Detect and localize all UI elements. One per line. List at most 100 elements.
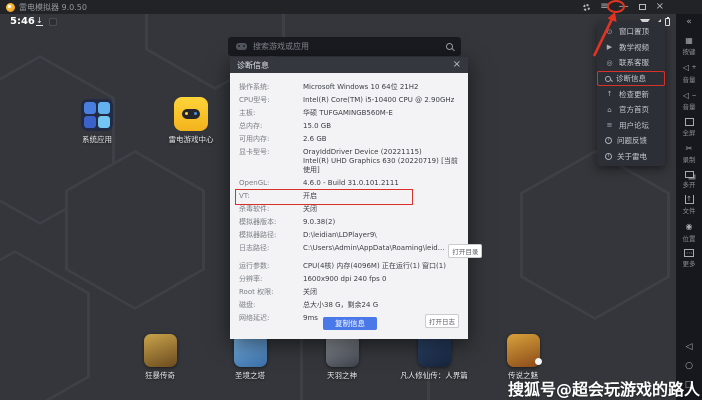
toolbar-item-label: 音量 (682, 75, 696, 84)
row-label: 显卡型号: (239, 148, 270, 156)
dialog-title: 诊断信息 (237, 60, 269, 70)
app-label: 雷电游戏中心 (168, 135, 214, 144)
row-value: 4.6.0 - Build 31.0.101.2111 (303, 179, 399, 187)
app-label: 圣境之塔 (235, 371, 265, 380)
toolbar-item[interactable]: ⋯ 更多 (681, 249, 696, 268)
desktop-app-system[interactable]: 系统应用 (74, 99, 120, 145)
row-label: 日志路径: (239, 244, 270, 252)
row-label: 主板: (239, 109, 256, 117)
collapse-sidebar-icon[interactable]: « (686, 17, 692, 27)
toolbar-item[interactable]: ↑ 文件 (681, 195, 696, 215)
menu-item-label: 官方首页 (619, 105, 649, 115)
search-placeholder: 搜索游戏或应用 (253, 42, 309, 51)
dialog-close-icon[interactable]: × (453, 60, 461, 70)
app-label: 天羽之神 (327, 371, 357, 380)
desktop-app[interactable]: 天羽之神 (305, 334, 379, 381)
menu-item[interactable]: ⌂ 官方首页 (597, 102, 665, 118)
menu-item[interactable]: ↑ 检查更新 (597, 86, 665, 102)
menu-item-label: 教学视频 (619, 42, 649, 52)
download-icon: ↓ (36, 16, 43, 26)
back-icon[interactable]: ◁ (686, 343, 693, 352)
window-title: 雷电模拟器 9.0.50 (19, 2, 87, 12)
home-nav-icon[interactable]: ○ (685, 362, 693, 371)
desktop-app[interactable]: 凡人修仙传：人界篇 (397, 334, 471, 381)
diagnostic-row: CPU型号: Intel(R) Core(TM) i5-10400 CPU @ … (239, 96, 459, 105)
update-icon: ↑ (606, 90, 613, 99)
toolbar-item-label: 多开 (682, 180, 696, 189)
search-icon[interactable] (446, 43, 453, 50)
toolbar-item-label: 按键 (682, 48, 696, 56)
desktop-app[interactable]: 狂暴传奇 (123, 334, 197, 381)
menu-item-label: 问题反馈 (617, 136, 647, 146)
diagnostic-row: OpenGL: 4.6.0 - Build 31.0.101.2111 (239, 179, 459, 188)
annotation-red-arrow (592, 12, 617, 57)
toolbar-item[interactable]: ◁ + 音量 (681, 63, 697, 84)
dialog-titlebar[interactable]: 诊断信息 × (230, 57, 468, 73)
diagnostic-row: 杀毒软件: 关闭 (239, 205, 459, 214)
toolbar-item[interactable]: ◁ − 音量 (681, 90, 697, 112)
diagnostic-row: 主板: 华硕 TUFGAMINGB560M-E (239, 109, 459, 118)
open-directory-button[interactable]: 打开目录 (448, 244, 483, 258)
row-label: 杀毒软件: (239, 205, 270, 213)
search-input[interactable]: 搜索游戏或应用 (228, 37, 461, 56)
app-icon[interactable] (506, 334, 542, 367)
row-label: CPU型号: (239, 96, 270, 104)
keyboard-icon: ▦ (685, 35, 693, 45)
emulator-window: 雷电模拟器 9.0.50 ≡ — × 5:46 ↓ 搜索游戏或应用 系统应用 雷… (0, 0, 702, 400)
multi-instance-icon (684, 170, 694, 178)
desktop-app[interactable]: 圣境之塔 (213, 334, 287, 381)
row-value: OrayIddDriver Device (20221115) Intel(R) … (303, 148, 458, 174)
system-apps-folder-icon[interactable] (81, 99, 113, 131)
toolbar-item[interactable]: ◉ 位置 (681, 222, 696, 243)
row-value: 总大小38 G，剩余24 G (303, 301, 379, 309)
hexagon-decoration (520, 150, 670, 320)
desktop-app[interactable]: 传说之魅 (486, 334, 560, 381)
row-label: OpenGL: (239, 179, 270, 187)
diagnostic-dialog: 诊断信息 × 操作系统: Microsoft Windows 10 64位 21… (230, 57, 483, 339)
gamepad-glyph (182, 109, 200, 119)
game-center-icon[interactable] (174, 97, 208, 131)
menu-item[interactable]: ≡ 用户论坛 (597, 118, 665, 134)
maximize-button[interactable] (638, 4, 646, 10)
clock: 5:46 (10, 16, 35, 27)
toolbar-item[interactable]: 全屏 (681, 117, 696, 137)
menu-item[interactable]: 诊断信息 (597, 70, 665, 87)
diagnostic-row: 运行参数: CPU(4核) 内存(4096M) 正在运行(1) 窗口(1) (239, 262, 459, 271)
desktop-app-game-center[interactable]: 雷电游戏中心 (160, 97, 222, 145)
battery-icon (665, 17, 670, 26)
row-label: 模拟器版本: (239, 218, 277, 226)
toolbar-item[interactable]: ▦ 按键 (681, 35, 696, 57)
right-toolbar: « ▦ 按键 ◁ + 音量 ◁ − 音量 全屏 ✂ 录制 多开 ↑ 文件 ◉ 位… (676, 14, 702, 400)
diagnostic-row: 分辨率: 1600x900 dpi 240 fps 0 (239, 275, 459, 284)
home-icon: ⌂ (607, 105, 612, 114)
menu-item-label: 关于雷电 (617, 152, 647, 162)
diagnostic-row: 日志路径: C:\Users\Admin\AppData\Roaming\lei… (239, 244, 483, 258)
toolbar-items: ▦ 按键 ◁ + 音量 ◁ − 音量 全屏 ✂ 录制 多开 ↑ 文件 ◉ 位置 … (681, 35, 697, 275)
close-button[interactable]: × (656, 2, 664, 12)
menu-item[interactable]: i 关于雷电 (597, 149, 665, 165)
toolbar-item-label: 更多 (682, 260, 696, 268)
row-label: 模拟器路径: (239, 231, 277, 239)
app-icon[interactable] (143, 334, 177, 367)
app-label: 凡人修仙传：人界篇 (400, 371, 468, 380)
icon-modifier: − (691, 91, 697, 99)
diagnostic-row: Root 权限: 关闭 (239, 288, 459, 297)
about-icon: i (605, 153, 612, 161)
menu-item[interactable]: ? 问题反馈 (597, 133, 665, 149)
diagnostic-row: 模拟器版本: 9.0.38(2) (239, 218, 459, 227)
menu-item-label: 窗口置顶 (619, 27, 649, 37)
menu-item-label: 用户论坛 (619, 120, 649, 130)
row-value: 开启 (303, 192, 317, 200)
row-label: 总内存: (239, 122, 263, 130)
toolbar-item[interactable]: ✂ 录制 (681, 143, 696, 165)
diagnostic-row: 可用内存: 2.6 GB (239, 135, 459, 144)
diagnostic-row: VT: 开启 (235, 189, 459, 205)
diagnostic-row: 磁盘: 总大小38 G，剩余24 G (239, 301, 459, 310)
more-icon: ⋯ (684, 249, 694, 257)
volume-up-icon: ◁ (682, 63, 690, 72)
forum-icon: ≡ (606, 121, 613, 130)
toolbar-item[interactable]: 多开 (681, 170, 696, 189)
open-directory-button[interactable]: 打开日志 (425, 314, 459, 328)
copy-info-button[interactable]: 复制信息 (323, 317, 377, 330)
row-value: 关闭 (303, 205, 317, 213)
